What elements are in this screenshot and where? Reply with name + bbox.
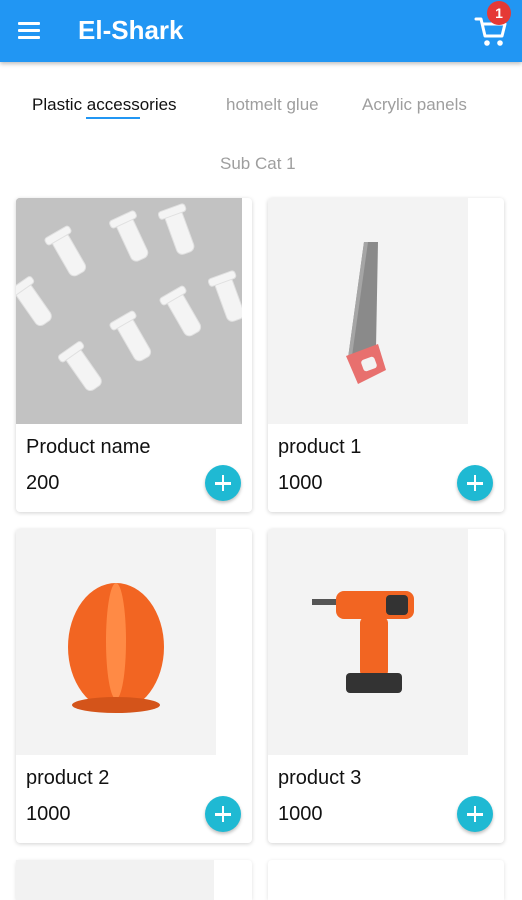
product-image-hard-hat bbox=[16, 529, 216, 755]
product-card[interactable]: product 3 1000 bbox=[268, 529, 504, 843]
tab-plastic-accessories[interactable]: Plastic accessories bbox=[32, 95, 177, 115]
product-price: 200 bbox=[26, 472, 60, 494]
product-image-cordless-drill bbox=[268, 529, 468, 755]
add-to-cart-button[interactable] bbox=[205, 465, 241, 501]
product-card[interactable]: Product name 200 bbox=[16, 198, 252, 512]
product-price: 1000 bbox=[26, 803, 71, 825]
subcategory-label[interactable]: Sub Cat 1 bbox=[220, 154, 296, 174]
app-bar: El-Shark bbox=[0, 0, 522, 62]
product-name: Product name bbox=[26, 436, 151, 458]
app-title: El-Shark bbox=[78, 15, 184, 45]
product-card[interactable]: product 2 1000 bbox=[16, 529, 252, 843]
add-to-cart-button[interactable] bbox=[457, 465, 493, 501]
cart-badge: 1 bbox=[487, 1, 511, 25]
tab-acrylic-panels[interactable]: Acrylic panels bbox=[362, 95, 467, 115]
active-tab-indicator bbox=[86, 117, 140, 119]
product-name: product 1 bbox=[278, 436, 362, 458]
menu-icon[interactable] bbox=[18, 22, 40, 40]
product-card[interactable]: product 1 1000 bbox=[268, 198, 504, 512]
product-name: product 2 bbox=[26, 767, 110, 789]
product-image-plastic-clips bbox=[16, 198, 242, 424]
product-price: 1000 bbox=[278, 803, 323, 825]
product-price: 1000 bbox=[278, 472, 323, 494]
product-name: product 3 bbox=[278, 767, 362, 789]
product-image-partial bbox=[16, 860, 214, 900]
category-tabs: Plastic accessories hotmelt glue Acrylic… bbox=[0, 90, 522, 124]
add-to-cart-button[interactable] bbox=[205, 796, 241, 832]
add-to-cart-button[interactable] bbox=[457, 796, 493, 832]
product-image-hand-saw bbox=[268, 198, 468, 424]
tab-hotmelt-glue[interactable]: hotmelt glue bbox=[226, 95, 319, 115]
product-card-partial[interactable] bbox=[268, 860, 504, 900]
